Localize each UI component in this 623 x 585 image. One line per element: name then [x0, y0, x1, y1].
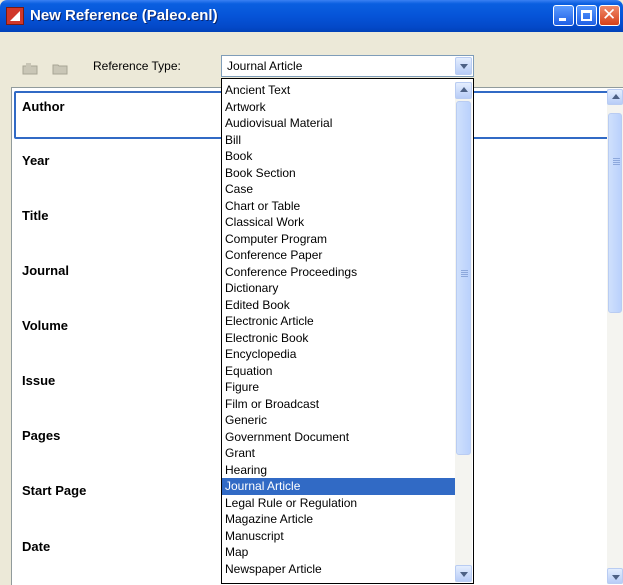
- field-label-author: Author: [22, 99, 65, 114]
- dropdown-option[interactable]: Manuscript: [222, 528, 455, 545]
- dropdown-option[interactable]: Electronic Book: [222, 330, 455, 347]
- field-label-title: Title: [22, 208, 49, 223]
- folder-icon[interactable]: [52, 63, 68, 75]
- minimize-button[interactable]: [553, 5, 574, 26]
- maximize-button[interactable]: [576, 5, 597, 26]
- dropdown-option[interactable]: Dictionary: [222, 280, 455, 297]
- dropdown-option[interactable]: Audiovisual Material: [222, 115, 455, 132]
- chevron-down-icon: [460, 572, 468, 577]
- close-icon: ✕: [602, 5, 617, 25]
- attach-icon[interactable]: [22, 63, 38, 75]
- dropdown-option[interactable]: Conference Paper: [222, 247, 455, 264]
- dropdown-option[interactable]: Conference Proceedings: [222, 264, 455, 281]
- close-button[interactable]: ✕: [599, 5, 620, 26]
- field-label-issue: Issue: [22, 373, 56, 388]
- dropdown-option[interactable]: Bill: [222, 132, 455, 149]
- dropdown-option[interactable]: Classical Work: [222, 214, 455, 231]
- dropdown-option[interactable]: Book Section: [222, 165, 455, 182]
- dropdown-option[interactable]: Computer Program: [222, 231, 455, 248]
- dropdown-scroll-down-button[interactable]: [455, 565, 472, 582]
- chevron-down-icon: [460, 64, 468, 69]
- dropdown-option[interactable]: Magazine Article: [222, 511, 455, 528]
- reference-type-dropdown-list[interactable]: Ancient Text Artwork Audiovisual Material B…: [221, 78, 474, 584]
- scroll-down-button[interactable]: [607, 568, 623, 584]
- dropdown-option[interactable]: Edited Book: [222, 297, 455, 314]
- dropdown-scrollbar[interactable]: [455, 82, 472, 582]
- dropdown-option[interactable]: Hearing: [222, 462, 455, 479]
- window-title: New Reference (Paleo.enl): [30, 7, 218, 24]
- dropdown-option[interactable]: Chart or Table: [222, 198, 455, 215]
- fields-scrollbar[interactable]: [607, 89, 623, 584]
- field-label-volume: Volume: [22, 318, 68, 333]
- scroll-up-button[interactable]: [607, 89, 623, 105]
- dropdown-option[interactable]: Grant: [222, 445, 455, 462]
- dropdown-option[interactable]: Ancient Text: [222, 82, 455, 99]
- dropdown-option[interactable]: Government Document: [222, 429, 455, 446]
- reference-type-value: Journal Article: [227, 59, 303, 73]
- dropdown-options: Ancient Text Artwork Audiovisual Material B…: [222, 82, 455, 577]
- reference-type-label: Reference Type:: [93, 59, 181, 73]
- dropdown-option[interactable]: Film or Broadcast: [222, 396, 455, 413]
- dropdown-option[interactable]: Legal Rule or Regulation: [222, 495, 455, 512]
- dropdown-option[interactable]: Equation: [222, 363, 455, 380]
- field-label-year: Year: [22, 153, 50, 168]
- dropdown-option[interactable]: Case: [222, 181, 455, 198]
- dropdown-option[interactable]: Artwork: [222, 99, 455, 116]
- dropdown-option[interactable]: Generic: [222, 412, 455, 429]
- dropdown-option[interactable]: Journal Article: [222, 478, 455, 495]
- chevron-up-icon: [612, 94, 620, 99]
- field-label-journal: Journal: [22, 263, 69, 278]
- scroll-thumb[interactable]: [608, 113, 622, 313]
- minimize-icon: [559, 18, 566, 21]
- dropdown-option[interactable]: Figure: [222, 379, 455, 396]
- dropdown-scroll-thumb[interactable]: [456, 101, 471, 455]
- reference-type-dropdown-button[interactable]: [455, 57, 472, 75]
- field-label-pages: Pages: [22, 428, 61, 443]
- dropdown-option[interactable]: Book: [222, 148, 455, 165]
- dropdown-scroll-up-button[interactable]: [455, 82, 472, 99]
- reference-type-select[interactable]: Journal Article: [221, 55, 474, 77]
- field-label-start-page: Start Page: [22, 483, 87, 498]
- chevron-up-icon: [460, 87, 468, 92]
- window-title-bar[interactable]: New Reference (Paleo.enl) ✕: [0, 0, 623, 32]
- endnote-app-icon: [6, 7, 24, 25]
- maximize-icon: [581, 10, 592, 21]
- field-label-date: Date: [22, 539, 51, 554]
- chevron-down-icon: [612, 575, 620, 580]
- dropdown-option[interactable]: Newspaper Article: [222, 561, 455, 578]
- dropdown-option[interactable]: Encyclopedia: [222, 346, 455, 363]
- dropdown-option[interactable]: Map: [222, 544, 455, 561]
- dropdown-option[interactable]: Electronic Article: [222, 313, 455, 330]
